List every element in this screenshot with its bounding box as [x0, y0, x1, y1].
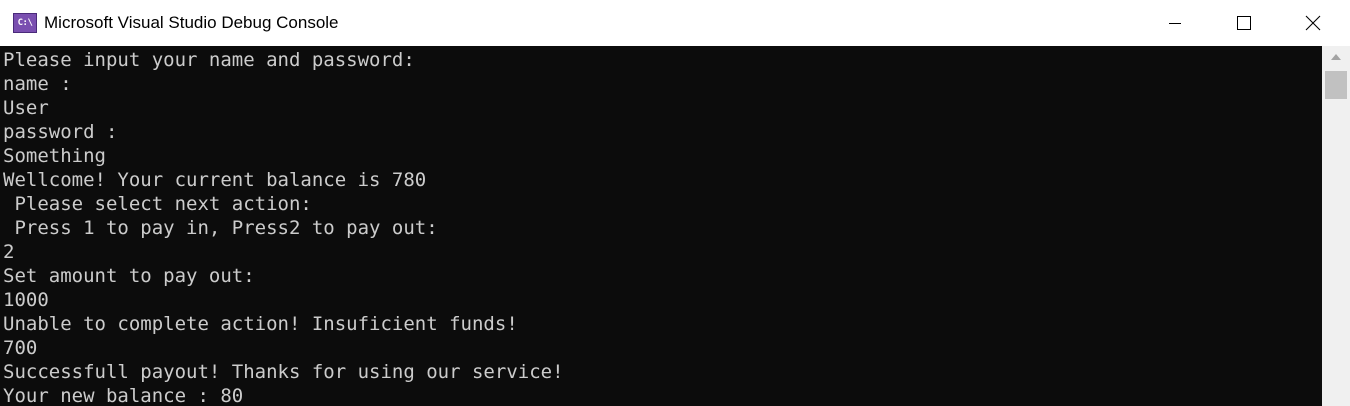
console-line: Something	[3, 145, 106, 167]
console-app-icon[interactable]: C:\	[13, 13, 37, 33]
scrollbar-thumb[interactable]	[1325, 71, 1347, 99]
console-lines: Please input your name and password: nam…	[3, 48, 564, 406]
maximize-icon	[1237, 16, 1251, 30]
scroll-up-button[interactable]	[1322, 46, 1350, 68]
console-line: 1000	[3, 289, 49, 311]
close-icon	[1305, 15, 1321, 31]
console-output[interactable]: Please input your name and password: nam…	[0, 46, 1322, 406]
console-line: 700	[3, 337, 38, 359]
title-bar[interactable]: C:\ Microsoft Visual Studio Debug Consol…	[0, 0, 1350, 46]
console-line: Please input your name and password:	[3, 49, 415, 71]
console-line: Set amount to pay out:	[3, 265, 255, 287]
app-icon-label: C:\	[17, 17, 33, 28]
minimize-icon	[1169, 23, 1181, 24]
console-line: 2	[3, 241, 15, 263]
console-line: name :	[3, 73, 72, 95]
console-line: User	[3, 97, 49, 119]
maximize-button[interactable]	[1221, 0, 1267, 46]
console-line: Successfull payout! Thanks for using our…	[3, 361, 564, 383]
debug-console-window: C:\ Microsoft Visual Studio Debug Consol…	[0, 0, 1350, 406]
vertical-scrollbar[interactable]	[1322, 46, 1350, 406]
console-line: Your new balance : 80	[3, 385, 244, 406]
console-line: Wellcome! Your current balance is 780	[3, 169, 427, 191]
minimize-button[interactable]	[1152, 0, 1198, 46]
window-title: Microsoft Visual Studio Debug Console	[44, 13, 339, 32]
console-line: Unable to complete action! Insuficient f…	[3, 313, 518, 335]
console-line: password :	[3, 121, 118, 143]
scroll-up-arrow-icon	[1331, 54, 1341, 60]
console-line: Please select next action:	[3, 193, 312, 215]
console-line: Press 1 to pay in, Press2 to pay out:	[3, 217, 438, 239]
close-button[interactable]	[1290, 0, 1336, 46]
